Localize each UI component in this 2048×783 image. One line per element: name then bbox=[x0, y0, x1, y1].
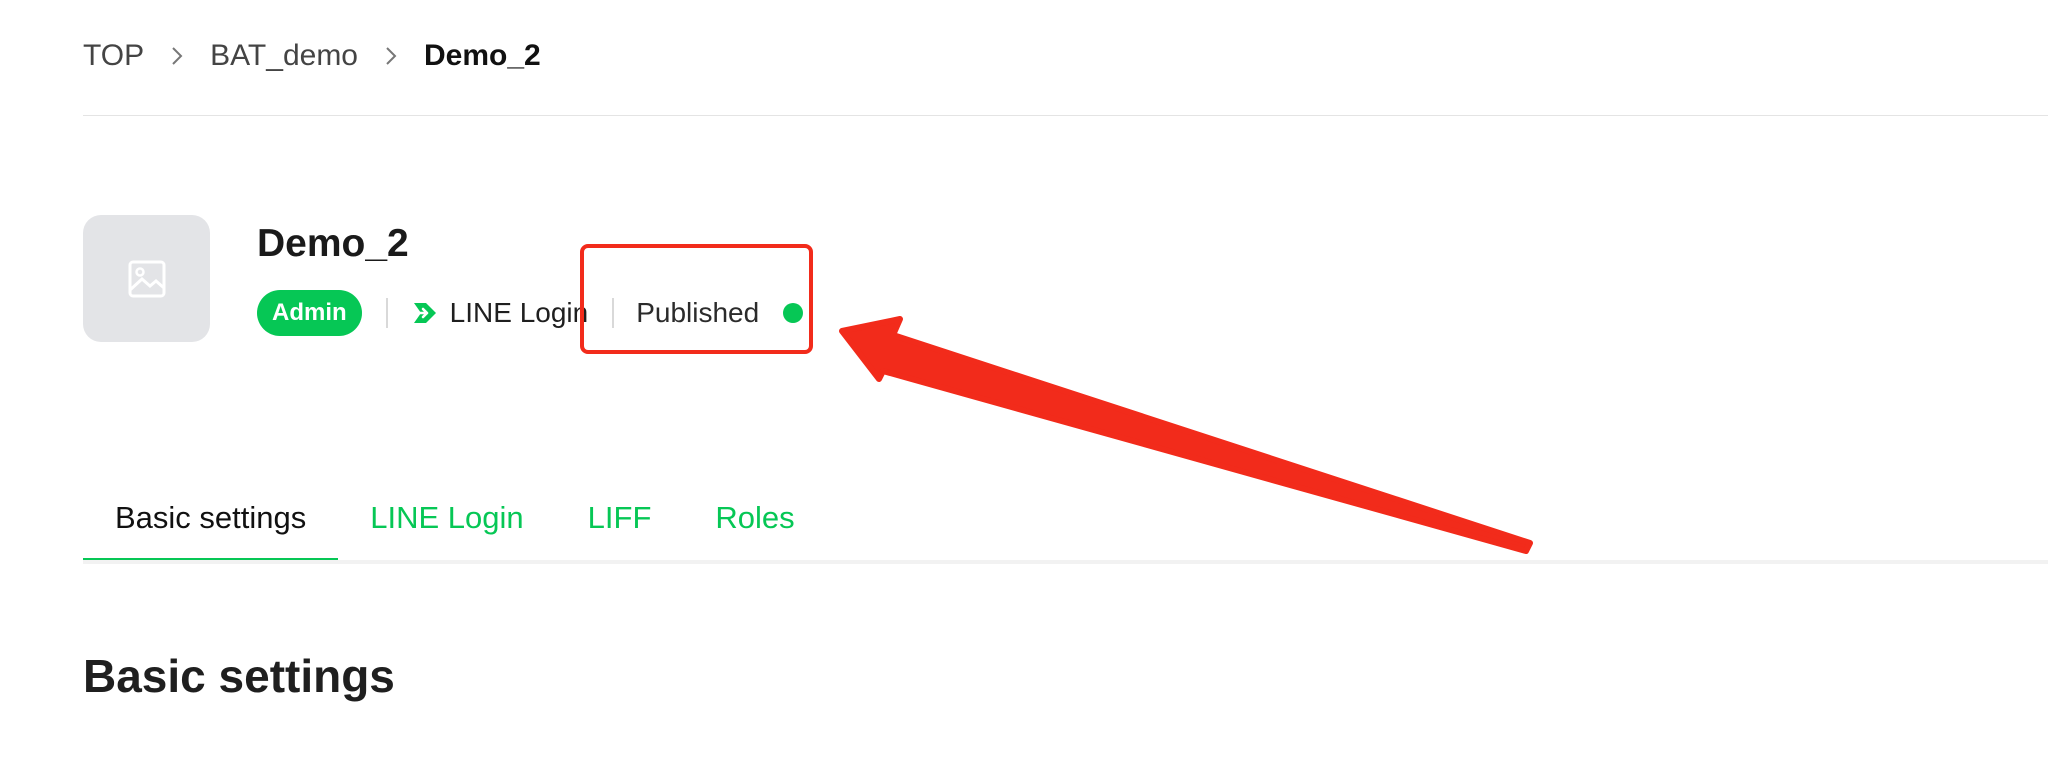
breadcrumb-current: Demo_2 bbox=[424, 39, 541, 72]
section-title: Basic settings bbox=[83, 650, 395, 702]
line-login-icon bbox=[410, 300, 438, 326]
channel-name: Demo_2 bbox=[257, 222, 409, 265]
chevron-right-icon bbox=[144, 46, 210, 66]
role-badge: Admin bbox=[257, 290, 362, 336]
breadcrumb-top[interactable]: TOP bbox=[83, 39, 144, 73]
divider bbox=[385, 298, 388, 328]
chevron-right-icon bbox=[358, 46, 424, 66]
tab-liff[interactable]: LIFF bbox=[556, 486, 684, 550]
image-placeholder-icon bbox=[83, 215, 210, 342]
header-divider bbox=[83, 115, 2048, 116]
product-type: LINE Login bbox=[410, 297, 589, 329]
breadcrumb: TOP BAT_demo Demo_2 bbox=[83, 36, 541, 76]
tab-line-login[interactable]: LINE Login bbox=[338, 486, 555, 550]
tab-bar-divider bbox=[83, 560, 2048, 564]
breadcrumb-provider[interactable]: BAT_demo bbox=[210, 39, 358, 73]
annotation-highlight-box bbox=[580, 244, 813, 354]
tab-basic-settings[interactable]: Basic settings bbox=[83, 486, 339, 564]
product-label: LINE Login bbox=[449, 297, 589, 328]
tab-bar: Basic settings LINE Login LIFF Roles bbox=[83, 486, 827, 564]
tab-roles[interactable]: Roles bbox=[683, 486, 826, 550]
